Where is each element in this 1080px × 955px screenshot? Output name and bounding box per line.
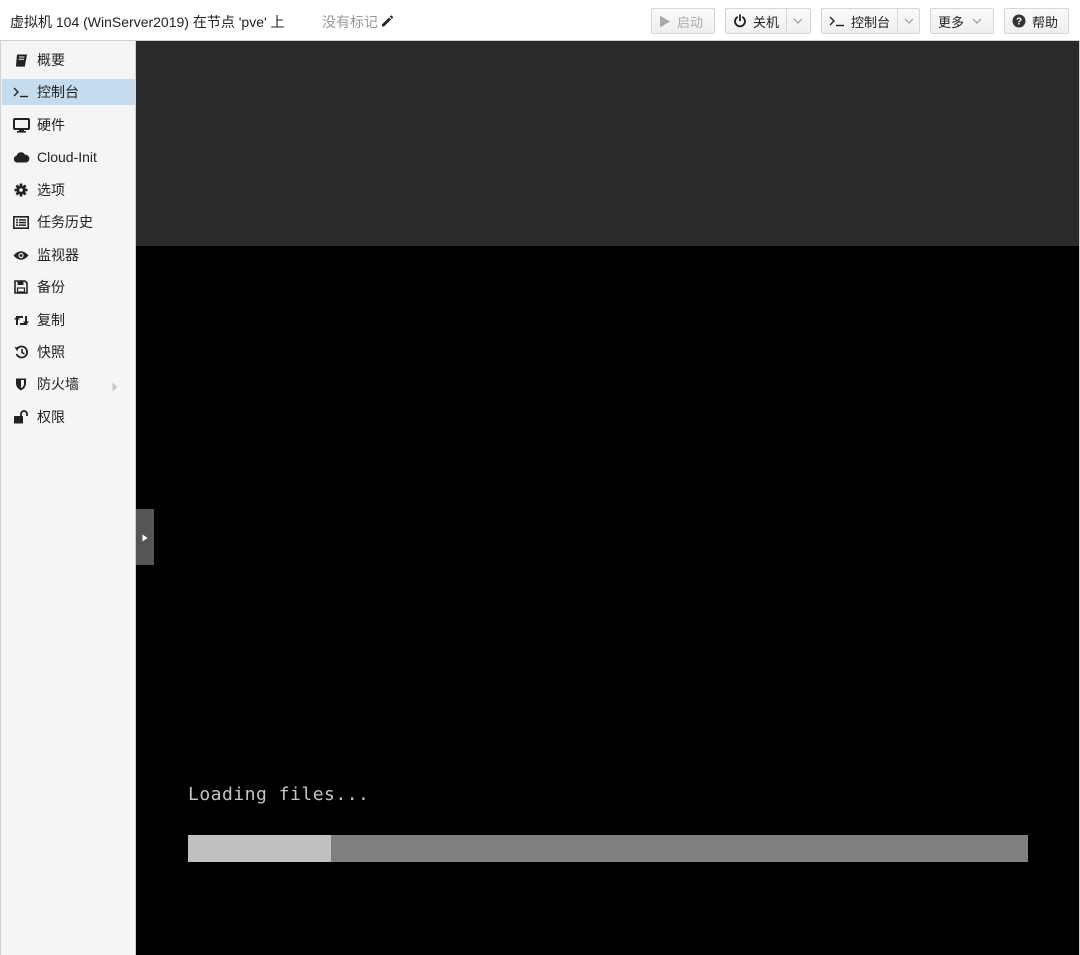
vm-console-app: 虚拟机 104 (WinServer2019) 在节点 'pve' 上 没有标记… xyxy=(0,0,1080,955)
help-button[interactable]: ? 帮助 xyxy=(1004,8,1069,34)
sidebar-item-options[interactable]: 选项 xyxy=(2,177,136,203)
vnc-console-viewport[interactable]: Loading files... xyxy=(136,41,1079,955)
shutdown-button[interactable]: 关机 xyxy=(725,8,811,34)
sidebar-item-backup[interactable]: 备份 xyxy=(2,274,136,300)
terminal-icon xyxy=(829,15,845,27)
sidebar-item-label: 权限 xyxy=(37,409,65,425)
sidebar-item-label: 防火墙 xyxy=(37,376,79,392)
more-button[interactable]: 更多 xyxy=(930,8,994,34)
sidebar-item-firewall[interactable]: 防火墙 xyxy=(2,371,136,397)
sidebar-item-replication[interactable]: 复制 xyxy=(2,307,136,333)
page-title: 虚拟机 104 (WinServer2019) 在节点 'pve' 上 xyxy=(10,14,285,30)
svg-text:?: ? xyxy=(1016,17,1022,28)
console-dropdown-toggle[interactable] xyxy=(897,9,919,33)
chevron-down-icon xyxy=(793,18,803,24)
caret-right-icon xyxy=(142,529,148,545)
sidebar-item-snapshots[interactable]: 快照 xyxy=(2,339,136,365)
book-icon xyxy=(12,51,30,69)
chevron-down-icon xyxy=(904,18,914,24)
desktop-icon xyxy=(12,116,30,134)
sidebar-item-label: 控制台 xyxy=(37,84,79,100)
top-toolbar: 虚拟机 104 (WinServer2019) 在节点 'pve' 上 没有标记… xyxy=(0,0,1080,41)
sidebar-item-label: 任务历史 xyxy=(37,214,93,230)
floppy-icon xyxy=(12,278,30,296)
sidebar-item-task-history[interactable]: 任务历史 xyxy=(2,209,136,235)
sidebar-item-permissions[interactable]: 权限 xyxy=(2,404,136,430)
vm-sidebar: 概要 控制台 硬件 Cloud-Init 选项 任务历史 监视器 备份 复制 快… xyxy=(0,41,136,955)
sidebar-item-summary[interactable]: 概要 xyxy=(2,47,136,73)
sidebar-item-hardware[interactable]: 硬件 xyxy=(2,112,136,138)
play-icon xyxy=(659,15,671,28)
cloud-icon xyxy=(12,148,30,166)
tags-label: 没有标记 xyxy=(322,14,378,30)
history-icon xyxy=(12,343,30,361)
pencil-icon xyxy=(380,14,394,31)
sidebar-item-label: 复制 xyxy=(37,312,65,328)
unlock-icon xyxy=(12,408,30,426)
sidebar-item-label: 监视器 xyxy=(37,247,79,263)
sidebar-item-label: Cloud-Init xyxy=(37,149,97,165)
sidebar-item-label: 备份 xyxy=(37,279,65,295)
power-icon xyxy=(733,14,747,28)
chevron-down-icon xyxy=(972,18,982,24)
help-button-label: 帮助 xyxy=(1032,14,1059,30)
sidebar-item-monitor[interactable]: 监视器 xyxy=(2,242,136,268)
list-icon xyxy=(12,213,30,231)
shield-icon xyxy=(12,375,30,393)
more-button-label: 更多 xyxy=(938,14,965,30)
tags-editor[interactable]: 没有标记 xyxy=(322,12,394,32)
sidebar-item-label: 快照 xyxy=(37,344,65,360)
eye-icon xyxy=(12,246,30,264)
sidebar-item-label: 硬件 xyxy=(37,117,65,133)
console-button[interactable]: 控制台 xyxy=(821,8,920,34)
sidebar-item-cloud-init[interactable]: Cloud-Init xyxy=(2,144,136,170)
console-sidebar-toggle[interactable] xyxy=(136,509,154,565)
submenu-arrow-icon xyxy=(112,379,118,395)
boot-progress-bar xyxy=(188,835,1028,862)
sidebar-item-console[interactable]: 控制台 xyxy=(2,79,136,105)
sidebar-item-label: 概要 xyxy=(37,52,65,68)
gear-icon xyxy=(12,181,30,199)
boot-progress-fill xyxy=(188,835,331,862)
sidebar-item-label: 选项 xyxy=(37,182,65,198)
retweet-icon xyxy=(12,311,30,329)
shutdown-dropdown-toggle[interactable] xyxy=(786,9,808,33)
start-button[interactable]: 启动 xyxy=(651,8,715,34)
console-top-area xyxy=(136,41,1079,246)
console-button-label: 控制台 xyxy=(851,14,891,30)
boot-status-text: Loading files... xyxy=(188,784,370,805)
shutdown-button-label: 关机 xyxy=(753,14,780,30)
question-circle-icon: ? xyxy=(1012,14,1026,28)
terminal-icon xyxy=(12,83,30,101)
start-button-label: 启动 xyxy=(677,14,704,30)
